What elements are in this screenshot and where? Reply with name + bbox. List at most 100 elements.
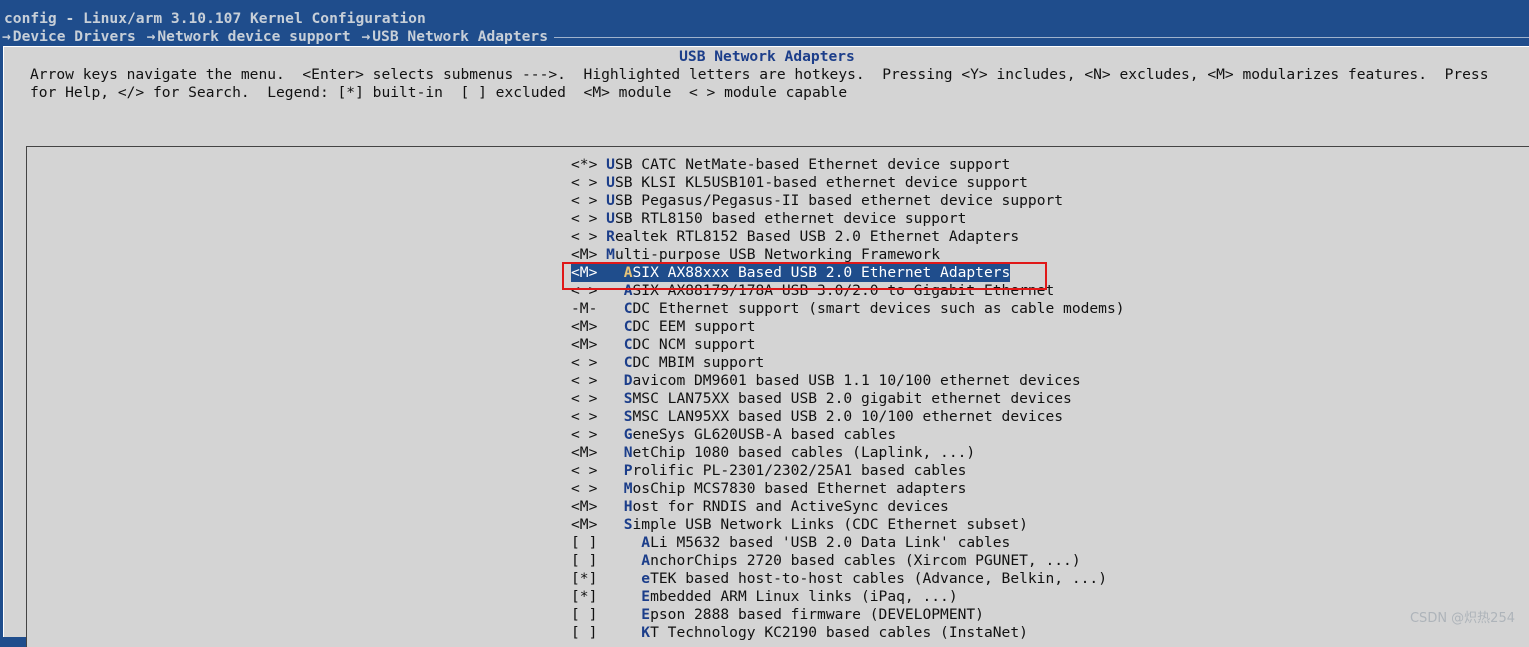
menu-item-indent [597,336,623,353]
menu-item-content: -M- CDC Ethernet support (smart devices … [571,300,1125,318]
menu-item-indent [597,426,623,443]
menu-item[interactable]: < > SMSC LAN75XX based USB 2.0 gigabit e… [571,390,1125,408]
menu-item[interactable]: [ ] KT Technology KC2190 based cables (I… [571,624,1125,642]
menu-item[interactable]: < > Davicom DM9601 based USB 1.1 10/100 … [571,372,1125,390]
menu-item-state[interactable]: <M> [571,516,597,534]
menu-item[interactable]: [ ] Epson 2888 based firmware (DEVELOPME… [571,606,1125,624]
menu-item-hotkey: K [641,624,651,641]
menu-item-content: < > Davicom DM9601 based USB 1.1 10/100 … [571,372,1081,390]
menu-item[interactable]: [ ] ALi M5632 based 'USB 2.0 Data Link' … [571,534,1125,552]
menu-item-state[interactable]: <M> [571,498,597,516]
menu-item[interactable]: <M> Simple USB Network Links (CDC Ethern… [571,516,1125,534]
menu-item-hotkey: U [606,174,615,191]
menu-item-label: SB KLSI KL5USB101-based ethernet device … [614,174,1028,191]
menu-item-hotkey: A [641,552,651,569]
menu-item-hotkey: E [641,588,651,605]
menu-item-hotkey: D [623,372,633,389]
menu-item-indent [597,282,623,299]
menu-item-content: < > MosChip MCS7830 based Ethernet adapt… [571,480,966,498]
menu-item-indent [597,462,623,479]
menu-item-state[interactable]: [ ] [571,552,597,570]
menu-item[interactable]: < > USB KLSI KL5USB101-based ethernet de… [571,174,1125,192]
menu-item-label: SB Pegasus/Pegasus-II based ethernet dev… [614,192,1064,209]
menu-item[interactable]: -M- CDC Ethernet support (smart devices … [571,300,1125,318]
menu-item-state[interactable]: < > [571,354,597,372]
menu-item[interactable]: <M> Host for RNDIS and ActiveSync device… [571,498,1125,516]
menu-item-state[interactable]: <M> [571,444,597,462]
menu-item[interactable]: < > USB RTL8150 based ethernet device su… [571,210,1125,228]
menu-item[interactable]: [*] eTEK based host-to-host cables (Adva… [571,570,1125,588]
breadcrumb-item-network-device-support[interactable]: Network device support [157,28,350,46]
menu-item-state[interactable]: <M> [571,246,597,264]
menu-item-state[interactable]: < > [571,282,597,300]
menu-item-content: <M> NetChip 1080 based cables (Laplink, … [571,444,975,462]
menu-item[interactable]: < > Realtek RTL8152 Based USB 2.0 Ethern… [571,228,1125,246]
menu-item-indent [597,534,641,551]
menu-item-state[interactable]: -M- [571,300,597,318]
menu-item-label: SB CATC NetMate-based Ethernet device su… [614,156,1011,173]
menu-item-state[interactable]: [ ] [571,534,597,552]
menu-item[interactable]: <M> Multi-purpose USB Networking Framewo… [571,246,1125,264]
breadcrumb-item-usb-network-adapters[interactable]: USB Network Adapters [372,28,548,46]
menu-item-content: < > USB RTL8150 based ethernet device su… [571,210,966,228]
menu-item-content: [ ] Epson 2888 based firmware (DEVELOPME… [571,606,984,624]
menu-item[interactable]: < > Prolific PL-2301/2302/25A1 based cab… [571,462,1125,480]
menu-list[interactable]: <*> USB CATC NetMate-based Ethernet devi… [571,156,1125,642]
menu-item[interactable]: <M> CDC NCM support [571,336,1125,354]
menu-item-hotkey: C [623,354,633,371]
menu-item[interactable]: < > ASIX AX88179/178A USB 3.0/2.0 to Gig… [571,282,1125,300]
menu-item-state[interactable]: < > [571,372,597,390]
menu-item[interactable]: <M> NetChip 1080 based cables (Laplink, … [571,444,1125,462]
menu-item-hotkey: C [623,300,633,317]
menu-item[interactable]: < > MosChip MCS7830 based Ethernet adapt… [571,480,1125,498]
breadcrumb-item-device-drivers[interactable]: Device Drivers [13,28,136,46]
menu-item-state[interactable]: < > [571,462,597,480]
menu-item-label: MSC LAN95XX based USB 2.0 10/100 etherne… [632,408,1064,425]
help-text-line-2: for Help, </> for Search. Legend: [*] bu… [30,84,848,101]
menu-item-hotkey: U [606,156,615,173]
menu-item[interactable]: [*] Embedded ARM Linux links (iPaq, ...) [571,588,1125,606]
menu-item-indent [597,192,606,209]
menu-item[interactable]: <M> ASIX AX88xxx Based USB 2.0 Ethernet … [571,264,1125,282]
menu-item-content: < > SMSC LAN95XX based USB 2.0 10/100 et… [571,408,1063,426]
menu-item-state[interactable]: <*> [571,156,597,174]
menu-item-hotkey: G [623,426,633,443]
menu-item[interactable]: < > USB Pegasus/Pegasus-II based etherne… [571,192,1125,210]
menu-item[interactable]: < > CDC MBIM support [571,354,1125,372]
menu-item-state[interactable]: <M> [571,318,597,336]
menu-item-content: <M> Simple USB Network Links (CDC Ethern… [571,516,1028,534]
menu-item[interactable]: <*> USB CATC NetMate-based Ethernet devi… [571,156,1125,174]
menu-item[interactable]: <M> CDC EEM support [571,318,1125,336]
menu-item-state[interactable]: < > [571,228,597,246]
arrow-right-icon: → [352,28,371,45]
menu-item-hotkey: E [641,606,651,623]
menu-item[interactable]: < > GeneSys GL620USB-A based cables [571,426,1125,444]
menu-item-content: <M> Multi-purpose USB Networking Framewo… [571,246,940,264]
menu-item-state[interactable]: <M> [571,264,597,282]
menu-item-state[interactable]: [*] [571,570,597,588]
menu-item-label: DC NCM support [632,336,756,353]
menu-item-content: [ ] KT Technology KC2190 based cables (I… [571,624,1028,642]
menu-item-state[interactable]: [*] [571,588,597,606]
menu-item-state[interactable]: < > [571,480,597,498]
menu-item-state[interactable]: [ ] [571,606,597,624]
menu-item-state[interactable]: < > [571,390,597,408]
menu-item-label: avicom DM9601 based USB 1.1 10/100 ether… [632,372,1081,389]
menu-item-state[interactable]: < > [571,174,597,192]
menu-item-hotkey: A [623,282,633,299]
menu-item-state[interactable]: < > [571,426,597,444]
menu-item[interactable]: < > SMSC LAN95XX based USB 2.0 10/100 et… [571,408,1125,426]
menu-item-content: <M> CDC EEM support [571,318,756,336]
menu-item-hotkey: U [606,192,615,209]
menu-item-state[interactable]: < > [571,210,597,228]
menu-item-indent [597,264,623,281]
menu-item[interactable]: [ ] AnchorChips 2720 based cables (Xirco… [571,552,1125,570]
menu-item-state[interactable]: < > [571,192,597,210]
menu-item-state[interactable]: [ ] [571,624,597,642]
menu-item-state[interactable]: <M> [571,336,597,354]
menu-item-indent [597,444,623,461]
menu-item-indent [597,390,623,407]
menu-item-label: SB RTL8150 based ethernet device support [614,210,967,227]
menu-item-content: < > USB KLSI KL5USB101-based ethernet de… [571,174,1028,192]
menu-item-state[interactable]: < > [571,408,597,426]
